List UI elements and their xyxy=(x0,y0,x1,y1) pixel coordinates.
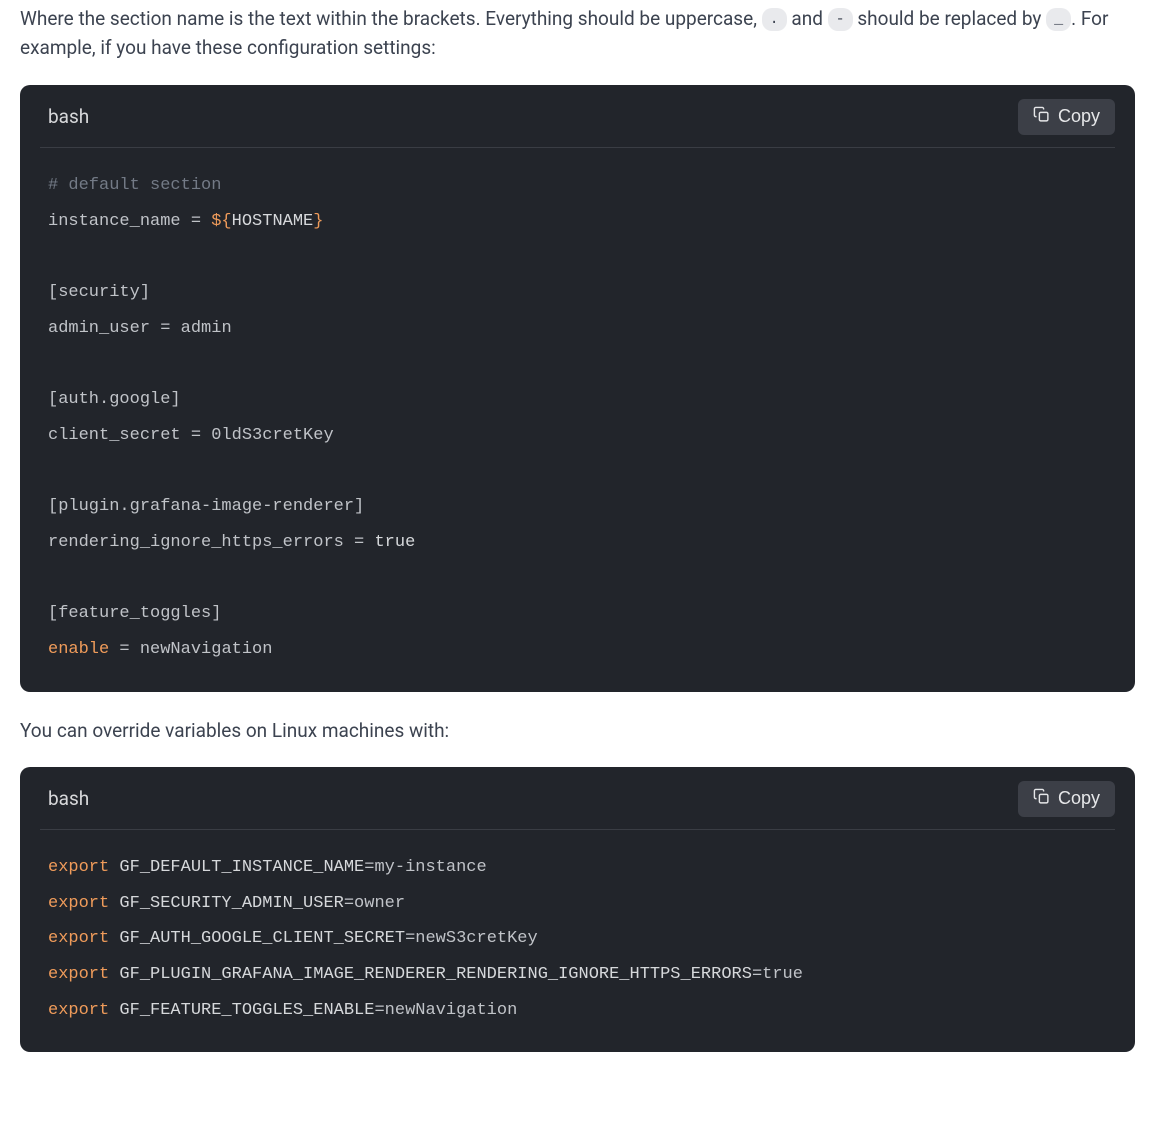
copy-button-label: Copy xyxy=(1058,788,1100,809)
code-var: GF_DEFAULT_INSTANCE_NAME xyxy=(109,858,364,877)
inline-code-dot: . xyxy=(762,8,787,31)
code-block-2: bash Copy export GF_DEFAULT_INSTANCE_NAM… xyxy=(20,767,1135,1052)
code-keyword: export xyxy=(48,894,109,913)
code-comment: # default section xyxy=(48,176,221,195)
code-key: rendering_ignore_https_errors xyxy=(48,533,344,552)
code-op: = xyxy=(181,426,212,445)
code-op: = xyxy=(150,319,181,338)
intro-text: and xyxy=(787,7,828,30)
code-content[interactable]: # default section instance_name = ${HOST… xyxy=(20,148,1135,692)
code-val: 0ldS3cretKey xyxy=(211,426,333,445)
code-val: newNavigation xyxy=(140,640,273,659)
code-block-header: bash Copy xyxy=(40,85,1115,148)
code-val: =newNavigation xyxy=(374,1001,517,1020)
inline-code-underscore: _ xyxy=(1046,8,1071,31)
code-section: [feature_toggles] xyxy=(48,604,221,623)
code-val: admin xyxy=(181,319,232,338)
code-key: client_secret xyxy=(48,426,181,445)
code-lang-label: bash xyxy=(48,102,89,131)
code-keyword: export xyxy=(48,1001,109,1020)
code-op: = xyxy=(181,212,212,231)
code-keyword: export xyxy=(48,929,109,948)
code-var: GF_SECURITY_ADMIN_USER xyxy=(109,894,344,913)
intro-paragraph: Where the section name is the text withi… xyxy=(20,4,1135,63)
intro-text: should be replaced by xyxy=(853,7,1046,30)
code-op: = xyxy=(109,640,140,659)
code-val: true xyxy=(374,533,415,552)
code-content[interactable]: export GF_DEFAULT_INSTANCE_NAME=my-insta… xyxy=(20,830,1135,1052)
copy-button[interactable]: Copy xyxy=(1018,781,1115,817)
code-key: enable xyxy=(48,640,109,659)
code-val: =my-instance xyxy=(364,858,486,877)
code-lang-label: bash xyxy=(48,784,89,813)
code-val: =true xyxy=(752,965,803,984)
code-keyword: export xyxy=(48,965,109,984)
code-op: = xyxy=(344,533,375,552)
copy-button-label: Copy xyxy=(1058,106,1100,127)
code-section: [auth.google] xyxy=(48,390,181,409)
code-section: [security] xyxy=(48,283,150,302)
copy-icon xyxy=(1033,106,1050,128)
code-block-header: bash Copy xyxy=(40,767,1115,830)
copy-button[interactable]: Copy xyxy=(1018,99,1115,135)
code-var: } xyxy=(313,212,323,231)
inline-code-dash: - xyxy=(828,8,853,31)
code-var: HOSTNAME xyxy=(232,212,314,231)
intro-text: Where the section name is the text withi… xyxy=(20,7,762,30)
code-block-1: bash Copy # default section instance_nam… xyxy=(20,85,1135,692)
middle-paragraph: You can override variables on Linux mach… xyxy=(20,716,1135,745)
code-val: =owner xyxy=(344,894,405,913)
code-var: GF_FEATURE_TOGGLES_ENABLE xyxy=(109,1001,374,1020)
code-val: =newS3cretKey xyxy=(405,929,538,948)
code-keyword: export xyxy=(48,858,109,877)
code-var: GF_PLUGIN_GRAFANA_IMAGE_RENDERER_RENDERI… xyxy=(109,965,752,984)
copy-icon xyxy=(1033,788,1050,810)
code-section: [plugin.grafana-image-renderer] xyxy=(48,497,364,516)
code-key: admin_user xyxy=(48,319,150,338)
code-key: instance_name xyxy=(48,212,181,231)
code-var: ${ xyxy=(211,212,231,231)
code-var: GF_AUTH_GOOGLE_CLIENT_SECRET xyxy=(109,929,405,948)
